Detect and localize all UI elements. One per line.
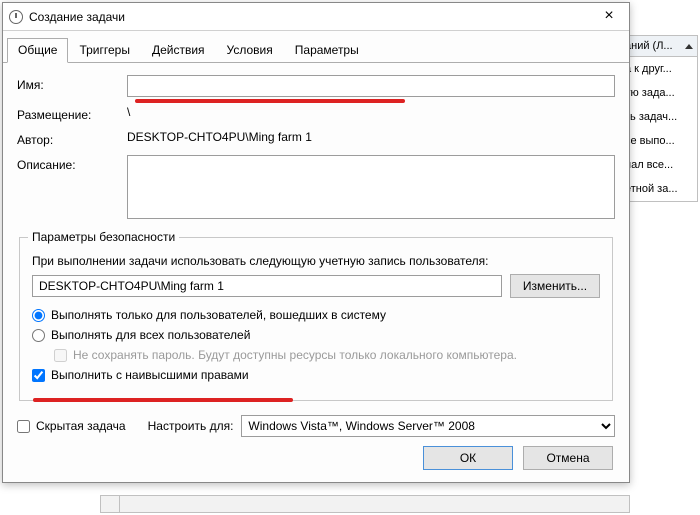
- close-button[interactable]: ×: [589, 3, 629, 31]
- tab-strip: Общие Триггеры Действия Условия Параметр…: [3, 37, 629, 63]
- ok-button[interactable]: ОК: [423, 446, 513, 470]
- author-value: DESKTOP-CHTO4PU\Ming farm 1: [127, 130, 615, 144]
- description-label: Описание:: [17, 155, 127, 172]
- checkbox-hidden-task-input[interactable]: [17, 420, 30, 433]
- description-input[interactable]: [127, 155, 615, 219]
- clock-icon: [9, 10, 23, 24]
- create-task-dialog: Создание задачи × Общие Триггеры Действи…: [2, 2, 630, 483]
- location-value: \: [127, 105, 615, 119]
- actions-pane-header-text: аний (Л...: [625, 40, 673, 52]
- checkbox-hidden-task[interactable]: Скрытая задача: [17, 419, 126, 433]
- actions-pane-header[interactable]: аний (Л...: [621, 36, 697, 57]
- security-group: Параметры безопасности При выполнении за…: [19, 230, 613, 401]
- list-item[interactable]: ую зада...: [621, 81, 697, 105]
- radio-run-logged-on[interactable]: Выполнять только для пользователей, воше…: [32, 308, 600, 322]
- security-legend: Параметры безопасности: [28, 230, 179, 244]
- tab-body-general: Имя: Размещение: \ Автор: DESKTOP-CHTO4P…: [3, 63, 629, 447]
- checkbox-highest-privileges[interactable]: Выполнить с наивысшими правами: [32, 368, 600, 382]
- radio-run-logged-on-label: Выполнять только для пользователей, воше…: [51, 308, 386, 322]
- name-label: Имя:: [17, 75, 127, 92]
- security-account-prompt: При выполнении задачи использовать следу…: [32, 254, 600, 268]
- titlebar: Создание задачи ×: [3, 3, 629, 31]
- name-input[interactable]: [127, 75, 615, 97]
- checkbox-highest-privileges-input[interactable]: [32, 369, 45, 382]
- caret-up-icon: [685, 44, 693, 49]
- list-item[interactable]: нал все...: [621, 153, 697, 177]
- scrollbar-horizontal[interactable]: [100, 495, 630, 513]
- tab-conditions[interactable]: Условия: [216, 38, 284, 63]
- dialog-button-row: ОК Отмена: [423, 446, 613, 470]
- location-label: Размещение:: [17, 105, 127, 122]
- list-item[interactable]: а к друг...: [621, 57, 697, 81]
- checkbox-no-store-password: Не сохранять пароль. Будут доступны ресу…: [54, 348, 600, 362]
- actions-pane: аний (Л... а к друг... ую зада... ть зад…: [620, 35, 698, 202]
- author-label: Автор:: [17, 130, 127, 147]
- checkbox-no-store-password-input: [54, 349, 67, 362]
- checkbox-hidden-task-label: Скрытая задача: [36, 419, 126, 433]
- tab-general[interactable]: Общие: [7, 38, 68, 63]
- window-title: Создание задачи: [29, 10, 589, 24]
- radio-run-any-user[interactable]: Выполнять для всех пользователей: [32, 328, 600, 342]
- configure-for-select[interactable]: Windows Vista™, Windows Server™ 2008: [241, 415, 615, 437]
- tab-settings[interactable]: Параметры: [284, 38, 370, 63]
- configure-for-label: Настроить для:: [148, 419, 234, 433]
- list-item[interactable]: се выпо...: [621, 129, 697, 153]
- list-item[interactable]: етной за...: [621, 177, 697, 201]
- checkbox-no-store-password-label: Не сохранять пароль. Будут доступны ресу…: [73, 348, 517, 362]
- security-account-value: DESKTOP-CHTO4PU\Ming farm 1: [32, 275, 502, 297]
- list-item[interactable]: ть задач...: [621, 105, 697, 129]
- radio-run-logged-on-input[interactable]: [32, 309, 45, 322]
- radio-run-any-user-input[interactable]: [32, 329, 45, 342]
- checkbox-highest-privileges-label: Выполнить с наивысшими правами: [51, 368, 249, 382]
- tab-triggers[interactable]: Триггеры: [68, 38, 141, 63]
- tab-actions[interactable]: Действия: [141, 38, 216, 63]
- cancel-button[interactable]: Отмена: [523, 446, 613, 470]
- change-user-button[interactable]: Изменить...: [510, 274, 600, 298]
- radio-run-any-user-label: Выполнять для всех пользователей: [51, 328, 250, 342]
